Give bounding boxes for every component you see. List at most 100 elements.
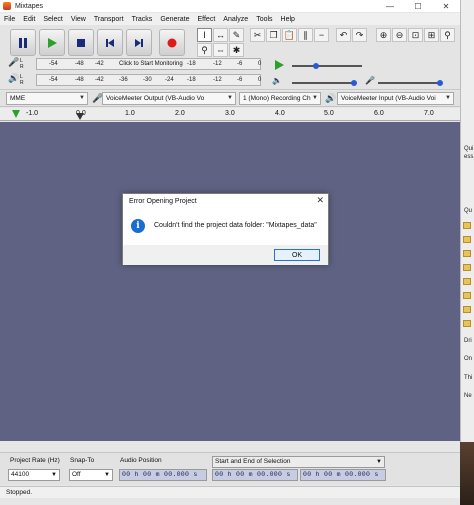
menu-tracks[interactable]: Tracks: [128, 16, 157, 23]
pause-button[interactable]: [10, 29, 36, 56]
record-meter-row: 🎤 LR -54 -48 -42 Click to Start Monitori…: [6, 57, 261, 71]
recording-device-select[interactable]: VoiceMeeter Output (VB-Audio Vo ▼: [102, 92, 236, 105]
playback-device-select[interactable]: VoiceMeeter Input (VB-Audio Voi ▼: [337, 92, 454, 105]
selection-tool[interactable]: I: [197, 28, 212, 42]
side-text: Ne: [464, 393, 472, 399]
menu-analyze[interactable]: Analyze: [219, 16, 252, 23]
playback-device-value: VoiceMeeter Input (VB-Audio Voi: [341, 95, 436, 102]
side-text: ess: [464, 154, 474, 160]
envelope-icon: ↔: [216, 30, 225, 40]
maximize-button[interactable]: ☐: [404, 0, 432, 12]
undo-button[interactable]: ↶: [336, 28, 351, 42]
playback-volume-slider[interactable]: [292, 82, 354, 84]
meter-tick: -42: [95, 77, 104, 83]
audacity-logo-icon: [3, 2, 11, 10]
zoom-toggle-button[interactable]: ⚲: [440, 28, 455, 42]
play-speed-slider[interactable]: [292, 65, 362, 67]
chevron-down-icon: ▼: [51, 472, 57, 478]
recording-volume-thumb[interactable]: [437, 80, 443, 86]
dialog-message: Couldn't find the project data folder: "…: [154, 222, 317, 229]
playback-volume-thumb[interactable]: [351, 80, 357, 86]
lr-label: LR: [20, 58, 24, 70]
copy-button[interactable]: ❐: [266, 28, 281, 42]
selection-end-field[interactable]: 00 h 00 m 00.000 s: [300, 469, 386, 481]
play-speed-thumb[interactable]: [313, 63, 319, 69]
menu-transport[interactable]: Transport: [90, 16, 128, 23]
playback-meter-row: 🔊 LR -54 -48 -42 -36 -30 -24 -18 -12 -6 …: [6, 73, 261, 87]
zoom-out-button[interactable]: ⊖: [392, 28, 407, 42]
menu-file[interactable]: File: [0, 16, 19, 23]
meter-tick: -30: [143, 77, 152, 83]
dialog-close-button[interactable]: ✕: [316, 195, 324, 206]
selection-start-value: 00 h 00 m 00.000 s: [215, 471, 291, 478]
copy-icon: ❐: [269, 29, 278, 40]
minimize-button[interactable]: —: [376, 0, 404, 12]
play-at-speed-button[interactable]: [273, 59, 287, 71]
selection-start-field[interactable]: 00 h 00 m 00.000 s: [212, 469, 298, 481]
audio-position-value: 00 h 00 m 00.000 s: [122, 471, 198, 478]
menu-edit[interactable]: Edit: [19, 16, 39, 23]
playhead-marker-icon: [76, 113, 84, 120]
clipboard-icon: 📋: [283, 29, 296, 40]
redo-button[interactable]: ↷: [352, 28, 367, 42]
multi-tool[interactable]: ✱: [229, 43, 244, 57]
error-dialog: Error Opening Project ✕ i Couldn't find …: [122, 193, 329, 265]
pin-play-head-icon[interactable]: [11, 109, 21, 119]
play-button[interactable]: [39, 29, 65, 56]
close-button[interactable]: ✕: [432, 0, 460, 12]
recording-device-value: VoiceMeeter Output (VB-Audio Vo: [106, 95, 205, 102]
ruler-tick-label: -1.0: [26, 110, 39, 117]
selection-mode-select[interactable]: Start and End of Selection ▼: [212, 456, 385, 468]
project-rate-select[interactable]: 44100 ▼: [8, 469, 60, 481]
audio-position-field[interactable]: 00 h 00 m 00.000 s: [119, 469, 207, 481]
ok-button[interactable]: OK: [274, 249, 320, 261]
fit-project-button[interactable]: ⊞: [424, 28, 439, 42]
paste-button[interactable]: 📋: [282, 28, 297, 42]
snap-to-select[interactable]: Off ▼: [69, 469, 113, 481]
time-shift-tool[interactable]: ⇔: [213, 43, 228, 57]
start-monitoring-label[interactable]: Click to Start Monitoring: [119, 61, 183, 67]
menu-select[interactable]: Select: [39, 16, 66, 23]
record-button[interactable]: [159, 29, 185, 56]
recording-channels-value: 1 (Mono) Recording Ch: [243, 95, 311, 102]
scissors-icon: ✂: [253, 29, 262, 40]
i-beam-icon: I: [203, 30, 206, 40]
time-shift-icon: ⇔: [216, 45, 225, 55]
recording-volume-slider[interactable]: [378, 82, 440, 84]
menu-effect[interactable]: Effect: [194, 16, 220, 23]
zoom-toggle-icon: ⚲: [444, 29, 451, 40]
menu-tools[interactable]: Tools: [252, 16, 276, 23]
skip-to-start-button[interactable]: [97, 29, 123, 56]
audio-host-select[interactable]: MME ▼: [6, 92, 88, 105]
audacity-window: Mixtapes — ☐ ✕ File Edit Select View Tra…: [0, 0, 460, 505]
timeline-ruler[interactable]: -1.0 0.0 1.0 2.0 3.0 4.0 5.0 6.0 7.0: [0, 108, 460, 121]
meter-tick: -48: [75, 77, 84, 83]
zoom-in-button[interactable]: ⊕: [376, 28, 391, 42]
meter-tick: -18: [187, 77, 196, 83]
menu-view[interactable]: View: [67, 16, 90, 23]
project-rate-label: Project Rate (Hz): [10, 457, 60, 464]
silence-button[interactable]: −: [314, 28, 329, 42]
skip-to-end-button[interactable]: [126, 29, 152, 56]
recording-channels-select[interactable]: 1 (Mono) Recording Ch ▼: [239, 92, 321, 105]
stop-button[interactable]: [68, 29, 94, 56]
draw-tool[interactable]: ✎: [229, 28, 244, 42]
menu-generate[interactable]: Generate: [156, 16, 193, 23]
cut-button[interactable]: ✂: [250, 28, 265, 42]
menu-help[interactable]: Help: [277, 16, 299, 23]
playback-meter[interactable]: -54 -48 -42 -36 -30 -24 -18 -12 -6 0: [36, 74, 261, 86]
record-meter[interactable]: -54 -48 -42 Click to Start Monitoring -1…: [36, 58, 261, 70]
track-panel[interactable]: [0, 122, 460, 441]
multi-tool-icon: ✱: [232, 44, 241, 55]
trim-button[interactable]: ∥: [298, 28, 313, 42]
folder-icon: [463, 222, 471, 229]
background-window-strip: Qui ess Qu Dri On Thi Ne: [460, 0, 474, 505]
snap-to-value: Off: [72, 471, 81, 478]
fit-selection-button[interactable]: ⊡: [408, 28, 423, 42]
meter-tick: -12: [213, 77, 222, 83]
envelope-tool[interactable]: ↔: [213, 28, 228, 42]
ruler-tick-label: 7.0: [424, 110, 434, 117]
folder-icon: [463, 292, 471, 299]
pause-icon: [19, 37, 27, 48]
zoom-tool[interactable]: ⚲: [197, 43, 212, 57]
